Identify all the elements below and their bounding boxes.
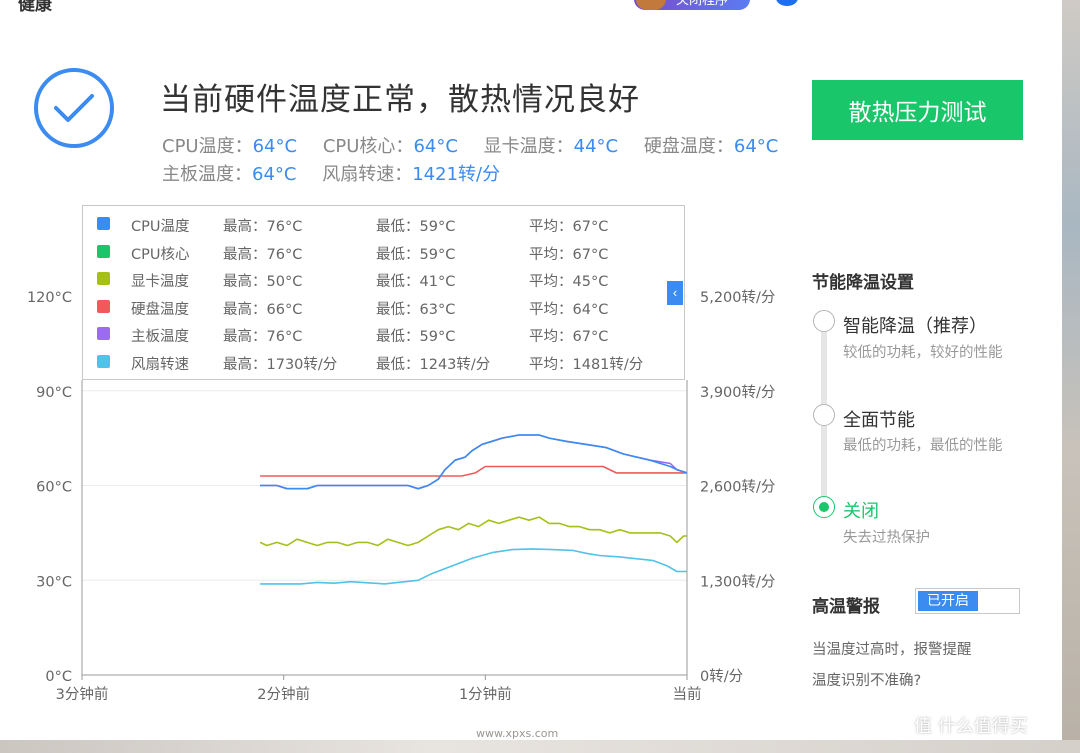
alarm-note: 当温度过高时，报警提醒 bbox=[812, 642, 972, 658]
bottom-url-text: www.xpxs.com bbox=[476, 727, 559, 740]
main-window: 健康 关闭程序 当前硬件温度正常，散热情况良好 CPU温度：64°C CPU核心… bbox=[0, 0, 1062, 740]
legend-row: 风扇转速 最高：1730转/分 最低：1243转/分 平均：1481转/分 bbox=[83, 348, 684, 376]
stats-row-2: 主板温度：64°C 风扇转速：1421转/分 bbox=[162, 160, 520, 186]
legend-min: 最低：41°C bbox=[376, 274, 456, 291]
temperature-feedback-link[interactable]: 温度识别不准确? bbox=[812, 669, 921, 690]
alarm-toggle-label: 已开启 bbox=[918, 591, 978, 611]
y-left-tick-label: 120°C bbox=[27, 290, 72, 306]
legend-swatch bbox=[97, 355, 110, 368]
legend-min: 最低：59°C bbox=[376, 219, 456, 235]
legend-avg: 平均：67°C bbox=[529, 329, 609, 346]
legend-name: 显卡温度 bbox=[131, 274, 189, 291]
watermark: 值 什么值得买 bbox=[914, 716, 1028, 737]
legend-swatch bbox=[97, 272, 110, 286]
radio-smart-cooling[interactable] bbox=[813, 310, 835, 332]
legend-avg: 平均：45°C bbox=[529, 274, 609, 291]
legend-max: 最高：76°C bbox=[223, 246, 303, 263]
chart-legend: CPU温度 最高：76°C 最低：59°C 平均：67°C CPU核心 最高：76°C 最低… bbox=[82, 205, 685, 380]
legend-max: 最高：50°C bbox=[223, 274, 303, 291]
legend-swatch bbox=[97, 299, 110, 313]
stress-test-button[interactable]: 散热压力测试 bbox=[812, 80, 1023, 140]
option-label-off[interactable]: 关闭 bbox=[843, 497, 879, 523]
legend-max: 最高：76°C bbox=[223, 329, 303, 346]
y-left-tick-label: 60°C bbox=[36, 480, 72, 496]
legend-min: 最低：1243转/分 bbox=[376, 357, 491, 373]
stat-gpu-temp: 显卡温度：44°C bbox=[483, 136, 619, 157]
legend-swatch bbox=[97, 217, 110, 230]
series-line bbox=[260, 465, 687, 477]
legend-name: 主板温度 bbox=[131, 329, 189, 346]
y-left-tick-label: 90°C bbox=[36, 385, 72, 401]
legend-row: 硬盘温度 最高：66°C 最低：63°C 平均：64°C bbox=[83, 293, 684, 321]
y-right-tick-label: 2,600转/分 bbox=[700, 479, 775, 496]
legend-min: 最低：63°C bbox=[376, 301, 456, 318]
legend-row: 主板温度 最高：76°C 最低：59°C 平均：67°C bbox=[83, 320, 684, 348]
check-icon bbox=[34, 68, 114, 148]
stat-cpu-temp: CPU温度：64°C bbox=[162, 136, 298, 157]
legend-avg: 平均：64°C bbox=[529, 301, 609, 318]
radio-full-saving[interactable] bbox=[813, 404, 835, 426]
y-left-tick-label: 0°C bbox=[45, 669, 72, 685]
x-tick-label: 3分钟前 bbox=[56, 686, 109, 703]
y-right-tick-label: 1,300转/分 bbox=[700, 573, 775, 590]
legend-collapse-button[interactable]: ‹ bbox=[667, 281, 683, 305]
radio-off[interactable] bbox=[813, 496, 835, 518]
legend-avg: 平均：67°C bbox=[529, 246, 609, 263]
option-desc-saving: 最低的功耗，最低的性能 bbox=[843, 438, 1003, 454]
legend-avg: 平均：67°C bbox=[529, 219, 609, 235]
legend-max: 最高：76°C bbox=[223, 219, 303, 235]
series-line bbox=[259, 516, 687, 547]
series-line bbox=[260, 434, 688, 490]
stat-disk-temp: 硬盘温度：64°C bbox=[643, 136, 779, 157]
legend-max: 最高：1730转/分 bbox=[223, 357, 338, 373]
legend-name: 风扇转速 bbox=[131, 357, 189, 373]
y-left-tick-label: 30°C bbox=[36, 574, 72, 590]
option-label-saving[interactable]: 全面节能 bbox=[843, 406, 915, 432]
x-tick-label: 2分钟前 bbox=[257, 686, 310, 703]
x-tick-label: 1分钟前 bbox=[459, 686, 512, 703]
option-desc-smart: 较低的功耗，较好的性能 bbox=[843, 345, 1003, 361]
energy-panel-title: 节能降温设置 bbox=[812, 273, 914, 293]
y-right-tick-label: 3,900转/分 bbox=[700, 384, 775, 401]
y-right-tick-label: 0转/分 bbox=[700, 668, 743, 685]
stats-row-1: CPU温度：64°C CPU核心：64°C 显卡温度：44°C 硬盘温度：64°… bbox=[162, 132, 798, 158]
background-strip bbox=[1062, 0, 1080, 753]
alarm-toggle[interactable]: 已开启 bbox=[915, 588, 1020, 614]
legend-name: CPU核心 bbox=[131, 246, 190, 263]
legend-name: 硬盘温度 bbox=[131, 301, 189, 318]
stat-fan-speed: 风扇转速：1421转/分 bbox=[322, 164, 501, 185]
info-icon[interactable] bbox=[776, 0, 798, 6]
y-right-tick-label: 5,200转/分 bbox=[700, 289, 775, 306]
alarm-title: 高温警报 bbox=[812, 597, 880, 617]
legend-swatch bbox=[97, 244, 110, 258]
legend-swatch bbox=[97, 327, 110, 341]
option-label-smart[interactable]: 智能降温（推荐） bbox=[843, 312, 987, 338]
x-tick-label: 当前 bbox=[673, 686, 702, 703]
status-headline: 当前硬件温度正常，散热情况良好 bbox=[160, 82, 640, 118]
stat-board-temp: 主板温度：64°C bbox=[162, 164, 297, 185]
legend-avg: 平均：1481转/分 bbox=[529, 357, 644, 373]
legend-row: CPU核心 最高：76°C 最低：59°C 平均：67°C bbox=[83, 238, 684, 266]
stat-cpu-core: CPU核心：64°C bbox=[322, 136, 458, 157]
legend-row: 显卡温度 最高：50°C 最低：41°C 平均：45°C bbox=[83, 265, 684, 293]
series-line bbox=[260, 434, 688, 490]
legend-row: CPU温度 最高：76°C 最低：59°C 平均：67°C bbox=[83, 210, 684, 238]
legend-min: 最低：59°C bbox=[376, 329, 456, 346]
app-title: 健康 bbox=[18, 0, 52, 15]
option-desc-off: 失去过热保护 bbox=[843, 530, 930, 546]
legend-max: 最高：66°C bbox=[223, 301, 303, 318]
legend-name: CPU温度 bbox=[131, 219, 190, 235]
legend-min: 最低：59°C bbox=[376, 246, 456, 263]
background-bottom bbox=[0, 740, 1080, 753]
series-line bbox=[260, 548, 687, 585]
